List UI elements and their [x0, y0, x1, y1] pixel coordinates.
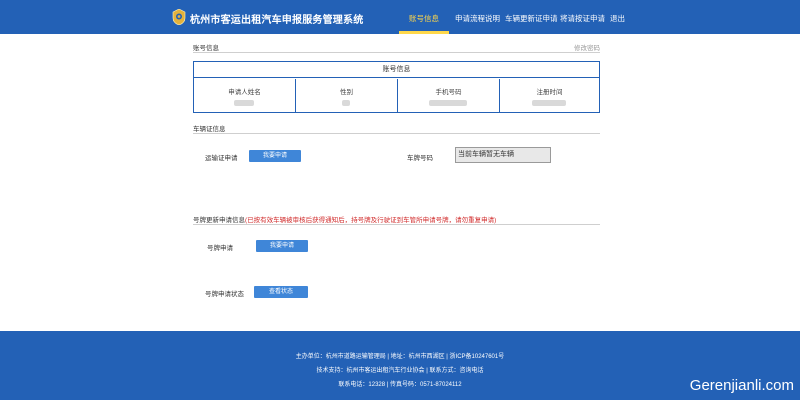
divider — [193, 52, 600, 53]
account-col-register-time: 注册时间 — [500, 79, 599, 113]
nav-permit-apply[interactable]: 将请按证申请 — [560, 13, 605, 24]
masked-value — [342, 100, 350, 106]
page-footer: 主办单位：杭州市道路运输管理局 | 地址：杭州市西湖区 | 浙ICP备10247… — [0, 331, 800, 400]
account-col-phone: 手机号码 — [398, 79, 500, 113]
account-section-title: 账号信息 — [193, 45, 219, 52]
plate-apply-button[interactable]: 我要申请 — [256, 240, 308, 252]
watermark: Gerenjianli.com — [689, 377, 794, 394]
divider — [193, 224, 600, 225]
account-col-name: 申请人姓名 — [194, 79, 296, 113]
column-label: 性别 — [340, 89, 353, 96]
transport-apply-button[interactable]: 我要申请 — [249, 150, 301, 162]
footer-line-1: 主办单位：杭州市道路运输管理局 | 地址：杭州市西湖区 | 浙ICP备10247… — [295, 354, 505, 360]
account-col-gender: 性别 — [296, 79, 398, 113]
transport-apply-label: 运输证申请 — [205, 155, 238, 162]
account-info-table: 账号信息 申请人姓名 性别 手机号码 注册时间 — [193, 61, 600, 113]
nav-account-info[interactable]: 账号信息 — [409, 13, 439, 24]
plate-status-label: 号牌申请状态 — [205, 291, 244, 298]
footer-line-3: 联系电话：12328 | 传真号码：0571-87024112 — [338, 382, 462, 388]
plate-section-note: (已按有效车辆被审核后获得通知后，持号牌及行驶证到车管所申请号牌，请勿重复申请) — [245, 217, 497, 224]
site-title: 杭州市客运出租汽车申报服务管理系统 — [190, 15, 364, 26]
nav-vehicle-update[interactable]: 车辆更新证申请 — [505, 13, 558, 24]
emblem-icon — [172, 9, 186, 25]
nav-logout[interactable]: 退出 — [610, 13, 625, 24]
plate-apply-label: 号牌申请 — [207, 245, 233, 252]
plate-section-title: 号牌更新申请信息(已按有效车辆被审核后获得通知后，持号牌及行驶证到车管所申请号牌… — [193, 214, 496, 224]
masked-value — [532, 100, 566, 106]
top-header: 杭州市客运出租汽车申报服务管理系统 账号信息 申请流程说明 车辆更新证申请 将请… — [0, 0, 800, 34]
account-table-caption: 账号信息 — [194, 62, 599, 78]
change-password-link[interactable]: 修改密码 — [574, 42, 600, 52]
column-label: 注册时间 — [536, 89, 563, 96]
main-content: 账号信息 修改密码 账号信息 申请人姓名 性别 手机号码 注册时间 车辆证信息 … — [0, 34, 800, 331]
column-label: 申请人姓名 — [228, 89, 261, 96]
masked-value — [429, 100, 467, 106]
plate-status-button[interactable]: 查看状态 — [254, 286, 308, 298]
plate-number-field[interactable]: 当前车辆暂无车辆 — [455, 147, 551, 163]
plate-section-heading: 号牌更新申请信息 — [193, 217, 245, 224]
nav-process-guide[interactable]: 申请流程说明 — [455, 13, 500, 24]
footer-line-2: 技术支持：杭州市客运出租汽车行业协会 | 联系方式：咨询电话 — [316, 368, 484, 374]
masked-value — [234, 100, 254, 106]
plate-number-label: 车牌号码 — [407, 155, 433, 162]
vehicle-section-title: 车辆证信息 — [193, 126, 226, 133]
column-label: 手机号码 — [435, 89, 462, 96]
divider — [193, 133, 600, 134]
